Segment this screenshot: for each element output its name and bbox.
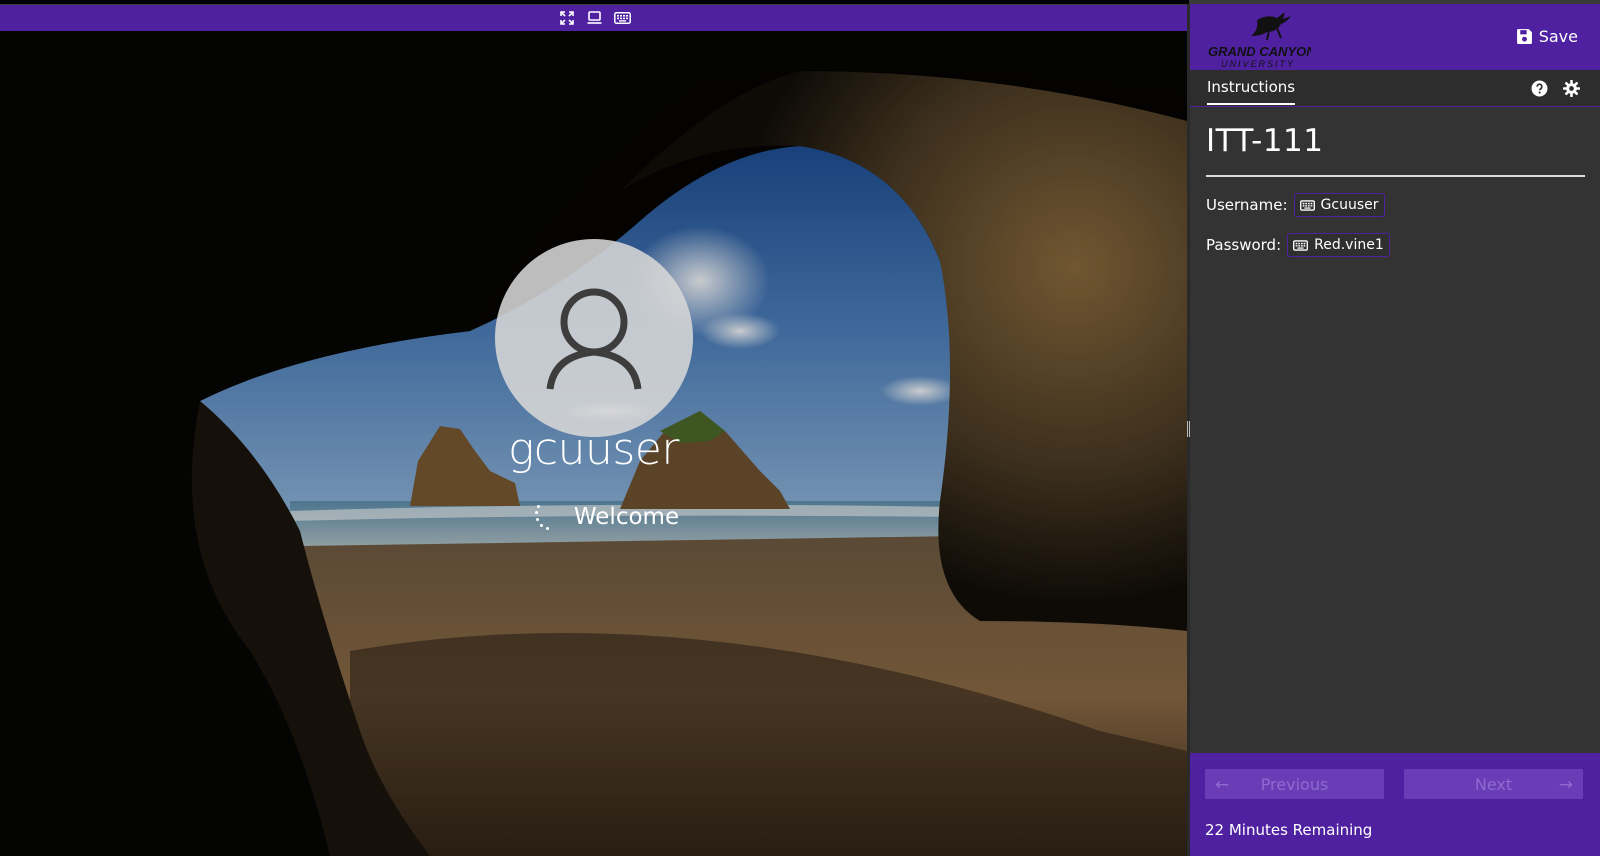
vm-toolbar <box>0 4 1189 31</box>
help-icon[interactable] <box>1531 80 1548 97</box>
keyboard-icon <box>1293 239 1309 251</box>
lockscreen-username: gcuuser <box>508 424 679 475</box>
username-value: Gcuuser <box>1320 197 1379 213</box>
arrow-left-icon: ← <box>1215 775 1230 795</box>
user-avatar <box>495 239 693 437</box>
username-row: Username: Gcuuser <box>1206 193 1585 217</box>
arrow-right-icon: → <box>1558 775 1573 795</box>
loading-spinner-icon <box>534 503 554 531</box>
save-label: Save <box>1538 27 1578 46</box>
logo-line2: UNIVERSITY <box>1221 59 1295 68</box>
gear-icon[interactable] <box>1563 80 1580 97</box>
logo-line1: GRAND CANYON <box>1208 44 1311 59</box>
panel-tabs: Instructions <box>1190 70 1600 107</box>
lab-panel: GRAND CANYON UNIVERSITY Save Instruction… <box>1190 4 1600 856</box>
display-icon[interactable] <box>586 9 604 27</box>
password-type-button[interactable]: Red.vine1 <box>1287 233 1390 257</box>
instructions-content: ITT-111 Username: Gcuuser Password: Red.… <box>1190 107 1600 257</box>
username-type-button[interactable]: Gcuuser <box>1293 193 1385 217</box>
app-root: gcuuser Welcome GRAND CANYON UNIVERSITY … <box>0 0 1600 856</box>
save-button[interactable]: Save <box>1516 27 1578 46</box>
password-value: Red.vine1 <box>1314 237 1384 253</box>
previous-button[interactable]: ← Previous <box>1205 769 1384 799</box>
lockscreen-status-text: Welcome <box>573 504 680 530</box>
next-label: Next <box>1474 774 1513 794</box>
panel-header: GRAND CANYON UNIVERSITY Save <box>1190 4 1600 70</box>
keyboard-icon[interactable] <box>614 9 632 27</box>
gcu-logo: GRAND CANYON UNIVERSITY <box>1208 12 1311 68</box>
keyboard-icon <box>1299 199 1315 211</box>
panel-footer: ← Previous Next → 22 Minutes Remaining <box>1190 753 1600 856</box>
next-button[interactable]: Next → <box>1404 769 1583 799</box>
previous-label: Previous <box>1260 774 1329 794</box>
course-title: ITT-111 <box>1206 123 1585 177</box>
user-silhouette-icon <box>546 288 642 390</box>
vm-screen[interactable]: gcuuser Welcome <box>0 31 1187 856</box>
lockscreen-status: Welcome <box>0 503 1187 531</box>
floppy-disk-icon <box>1516 29 1532 44</box>
password-row: Password: Red.vine1 <box>1206 233 1585 257</box>
time-remaining: 22 Minutes Remaining <box>1205 821 1373 839</box>
tab-instructions[interactable]: Instructions <box>1207 78 1296 105</box>
username-label: Username: <box>1206 196 1288 214</box>
fullscreen-icon[interactable] <box>558 9 576 27</box>
password-label: Password: <box>1206 236 1282 254</box>
vm-viewer[interactable]: gcuuser Welcome <box>0 0 1189 856</box>
